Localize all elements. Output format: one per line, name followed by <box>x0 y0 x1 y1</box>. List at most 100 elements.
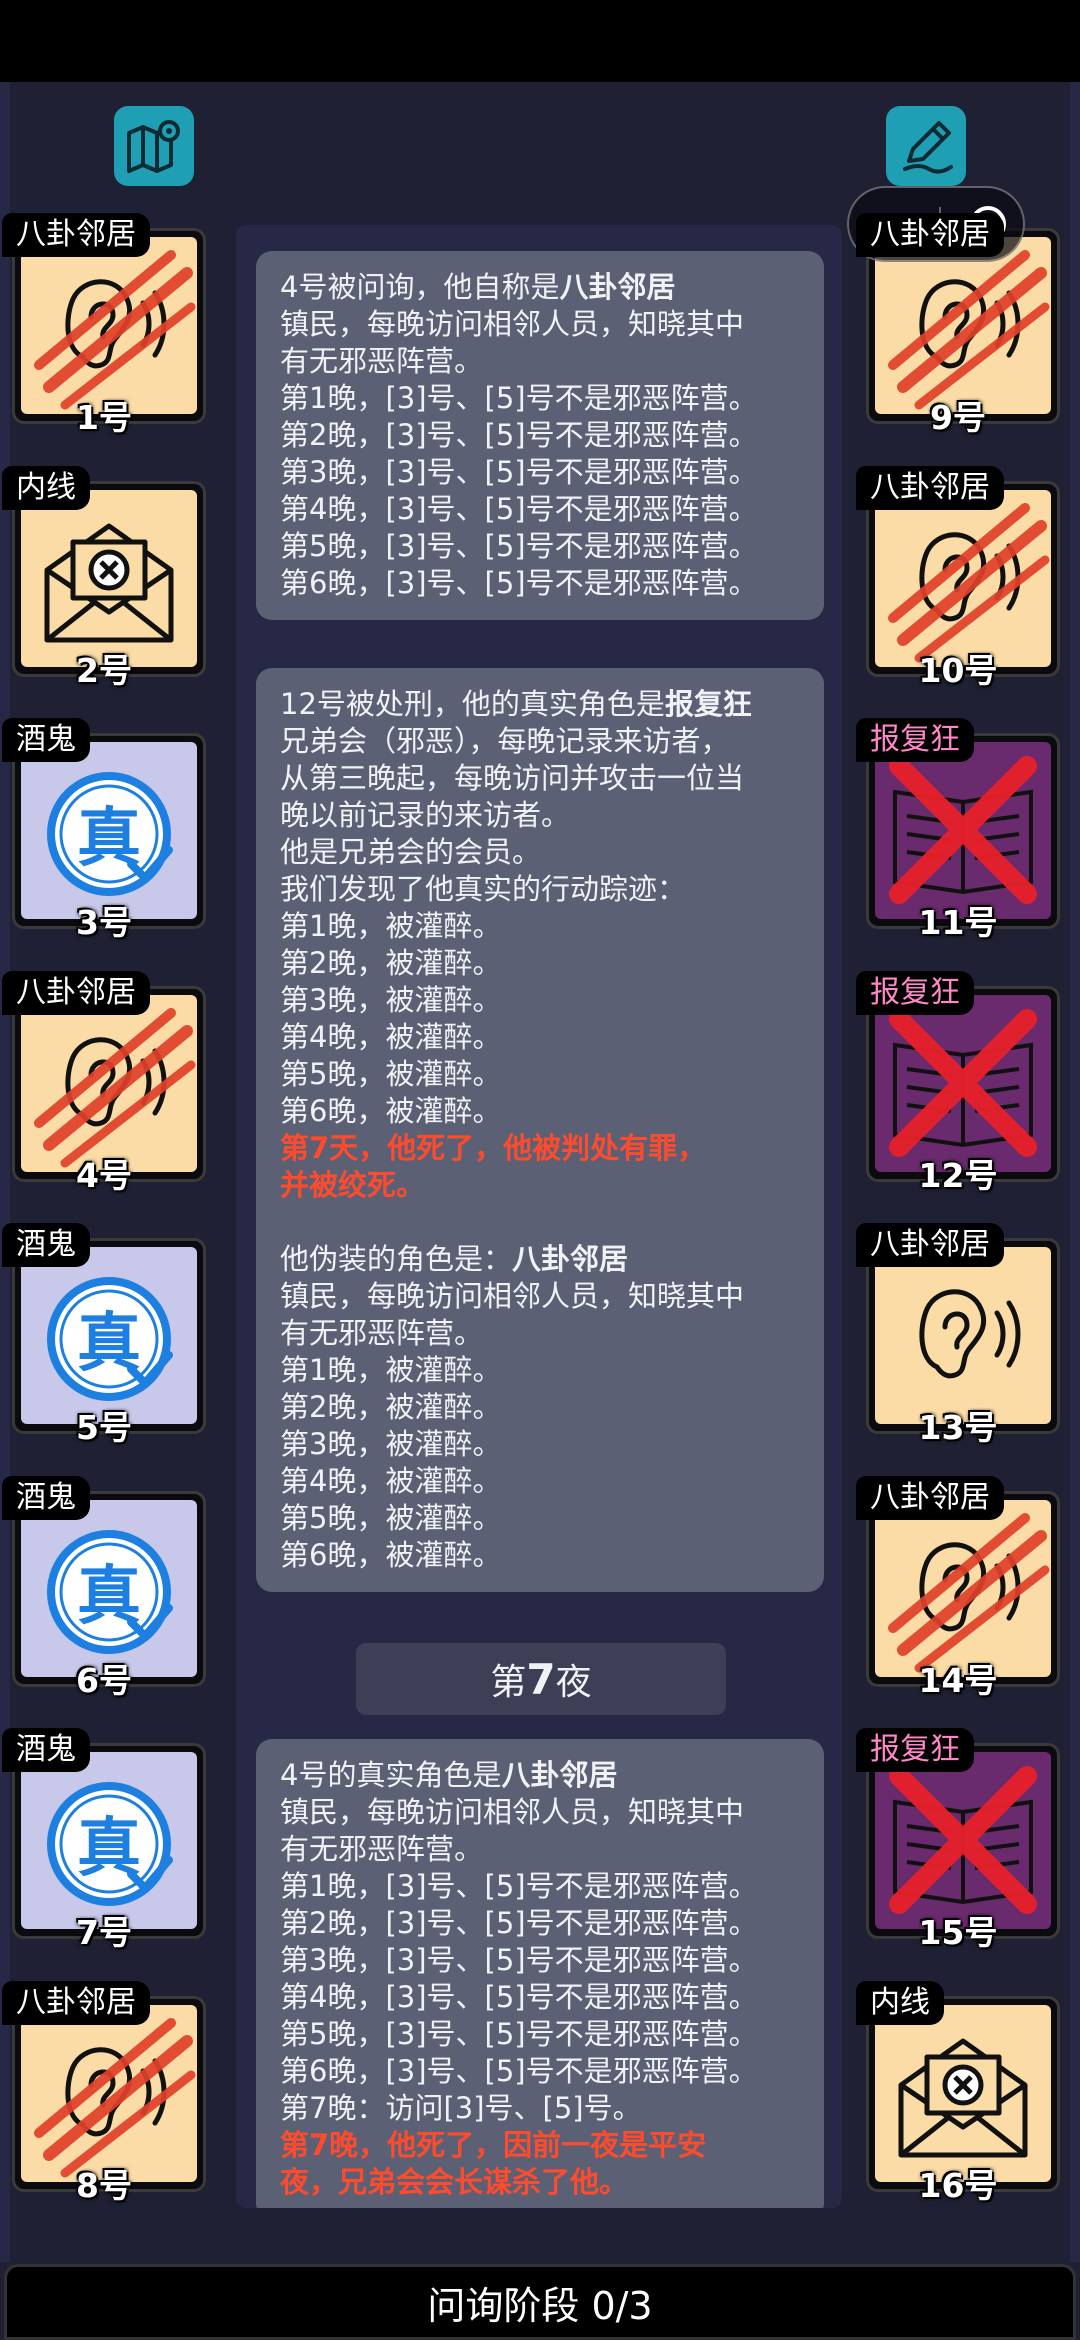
message-line: 12号被处刑，他的真实角色是报复狂 <box>280 686 800 723</box>
message-line: 镇民，每晚访问相邻人员，知晓其中 <box>280 1795 745 1829</box>
status-bar <box>0 0 1080 82</box>
message-line: 有无邪恶阵营。 <box>280 1316 484 1350</box>
player-card[interactable]: 八卦邻居 1号 <box>2 213 206 437</box>
right-edge <box>1070 82 1080 2262</box>
role-name: 八卦邻居 <box>512 1242 629 1276</box>
message-line: 第4晚，被灌醉。 <box>280 1464 502 1498</box>
message-line: 第1晚，被灌醉。 <box>280 1353 502 1387</box>
message-line: 第3晚，被灌醉。 <box>280 1427 502 1461</box>
role-tag: 八卦邻居 <box>2 213 150 257</box>
message-line: 并被绞死。 <box>280 1167 800 1204</box>
message-line: 第7天，他死了，他被判处有罪， <box>280 1130 800 1167</box>
role-portrait <box>875 237 1051 414</box>
message-line: 第6晚，[3]号、[5]号不是邪恶阵营。 <box>280 566 758 600</box>
message-card: 4号的真实角色是八卦邻居 镇民，每晚访问相邻人员，知晓其中 有无邪恶阵营。 第1晚，[… <box>256 1739 824 2208</box>
phase-label: 问询阶段 0/3 <box>427 2283 653 2328</box>
role-portrait <box>21 994 197 1172</box>
true-stamp-icon: 真 <box>47 772 173 896</box>
player-number: 5号 <box>76 1408 132 1447</box>
message-line: 第5晚，[3]号、[5]号不是邪恶阵营。 <box>280 529 758 563</box>
player-card[interactable]: 八卦邻居 14号 <box>856 1475 1060 1700</box>
message-line: 第3晚，[3]号、[5]号不是邪恶阵营。 <box>280 455 758 489</box>
player-number: 10号 <box>918 650 998 690</box>
map-button[interactable] <box>114 106 194 186</box>
role-portrait <box>875 2004 1051 2182</box>
player-card[interactable]: 真 酒鬼 3号 <box>2 718 206 942</box>
message-log[interactable]: 4号被问询，他自称是八卦邻居 镇民，每晚访问相邻人员，知晓其中 有无邪恶阵营。 第1晚… <box>236 225 842 2208</box>
message-text: 4号的真实角色是 <box>280 1758 502 1792</box>
role-tag: 报复狂 <box>856 970 974 1015</box>
player-card[interactable]: 八卦邻居 9号 <box>856 213 1060 437</box>
role-tag: 八卦邻居 <box>856 465 1004 510</box>
player-card[interactable]: 内线 16号 <box>856 1980 1060 2205</box>
message-card: 12号被处刑，他的真实角色是报复狂 兄弟会（邪恶），每晚记录来访者， 从第三晚起，每… <box>256 668 824 1592</box>
message-line: 有无邪恶阵营。 <box>280 344 484 378</box>
death-notice: 第7天，他死了，他被判处有罪， <box>280 1131 707 1165</box>
player-number: 9号 <box>930 398 986 437</box>
role-portrait: 真 <box>21 1752 197 1929</box>
role-tag: 酒鬼 <box>2 1475 90 1520</box>
message-line: 兄弟会（邪恶），每晚记录来访者， <box>280 724 730 758</box>
death-notice: 夜，兄弟会会长谋杀了他。 <box>280 2165 629 2199</box>
death-notice: 第7晚，他死了，因前一夜是平安 <box>280 2128 707 2162</box>
role-tag: 内线 <box>856 1980 944 2025</box>
true-stamp-icon: 真 <box>47 1782 173 1906</box>
map-icon <box>127 120 180 173</box>
player-number: 8号 <box>76 2165 132 2205</box>
role-portrait <box>875 1752 1051 1929</box>
message-line: 第4晚，被灌醉。 <box>280 1020 502 1054</box>
message-line: 第5晚，被灌醉。 <box>280 1057 502 1091</box>
message-text: 12号被处刑，他的真实角色是 <box>280 687 665 721</box>
role-portrait: 真 <box>21 742 197 919</box>
notes-button[interactable] <box>886 106 966 186</box>
player-card[interactable]: 八卦邻居 8号 <box>2 1980 206 2205</box>
player-card[interactable]: 报复狂 15号 <box>856 1728 1060 1952</box>
message-line: 第6晚，[3]号、[5]号不是邪恶阵营。 <box>280 2054 758 2088</box>
player-card[interactable]: 真 酒鬼 7号 <box>2 1728 206 1952</box>
player-card[interactable]: 内线 2号 <box>2 465 206 690</box>
player-card[interactable]: 八卦邻居 4号 <box>2 970 206 1195</box>
message-line: 有无邪恶阵营。 <box>280 1832 484 1866</box>
role-portrait: 真 <box>21 1247 197 1424</box>
message-line: 夜，兄弟会会长谋杀了他。 <box>280 2164 800 2201</box>
message-line: 第2晚，[3]号、[5]号不是邪恶阵营。 <box>280 418 758 452</box>
role-tag: 酒鬼 <box>2 718 90 762</box>
role-portrait <box>875 742 1051 919</box>
role-name: 报复狂 <box>664 687 752 721</box>
role-tag: 八卦邻居 <box>856 1223 1004 1267</box>
message-line: 第1晚，被灌醉。 <box>280 909 502 943</box>
player-number: 13号 <box>918 1408 998 1447</box>
player-number: 14号 <box>918 1660 998 1700</box>
player-card[interactable]: 报复狂 12号 <box>856 970 1060 1195</box>
message-line: 4号的真实角色是八卦邻居 <box>280 1757 800 1794</box>
message-line: 第5晚，[3]号、[5]号不是邪恶阵营。 <box>280 2017 758 2051</box>
role-tag: 八卦邻居 <box>856 213 1004 257</box>
pen-icon <box>903 121 953 174</box>
role-portrait <box>875 1499 1051 1677</box>
role-tag: 报复狂 <box>856 718 974 762</box>
player-card[interactable]: 真 酒鬼 5号 <box>2 1223 206 1447</box>
role-tag: 八卦邻居 <box>856 1475 1004 1520</box>
player-number: 4号 <box>76 1155 132 1195</box>
player-card[interactable]: 真 酒鬼 6号 <box>2 1475 206 1700</box>
message-line: 第3晚，被灌醉。 <box>280 983 502 1017</box>
message-line: 我们发现了他真实的行动踪迹： <box>280 872 687 906</box>
player-card[interactable]: 八卦邻居 13号 <box>856 1223 1060 1447</box>
player-card[interactable]: 报复狂 11号 <box>856 718 1060 942</box>
message-line: 第7晚，他死了，因前一夜是平安 <box>280 2127 800 2164</box>
message-line: 镇民，每晚访问相邻人员，知晓其中 <box>280 1279 745 1313</box>
player-card[interactable]: 八卦邻居 10号 <box>856 465 1060 690</box>
message-line: 晚以前记录的来访者。 <box>280 798 571 832</box>
message-line: 他伪装的角色是：八卦邻居 <box>280 1241 800 1278</box>
death-notice: 并被绞死。 <box>280 1168 426 1202</box>
message-line: 第5晚，被灌醉。 <box>280 1501 502 1535</box>
message-text: 他伪装的角色是： <box>280 1242 513 1276</box>
night-divider: 第7夜 <box>356 1643 726 1715</box>
player-number: 7号 <box>76 1913 132 1952</box>
role-tag: 内线 <box>2 465 90 510</box>
message-line: 第1晚，[3]号、[5]号不是邪恶阵营。 <box>280 381 758 415</box>
role-portrait <box>875 994 1051 1172</box>
player-number: 16号 <box>918 2165 998 2205</box>
true-stamp-icon: 真 <box>47 1529 173 1654</box>
night-suffix: 夜 <box>555 1662 592 1703</box>
